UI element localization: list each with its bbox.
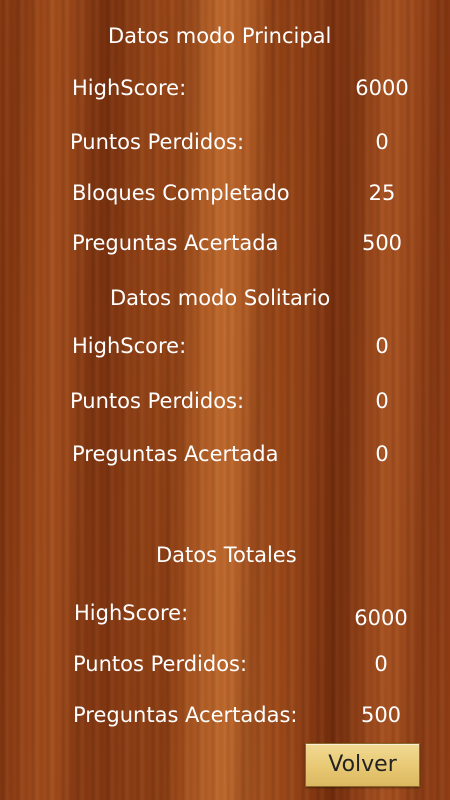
- totales-correct-value: 500: [360, 703, 402, 727]
- solitario-highscore-label: HighScore:: [72, 334, 187, 358]
- solitario-highscore-value: 0: [375, 334, 389, 358]
- solitario-lost-points-value: 0: [375, 389, 389, 413]
- principal-highscore-value: 6000: [355, 76, 409, 100]
- solitario-correct-label: Preguntas Acertada: [72, 442, 279, 466]
- principal-lost-points-value: 0: [375, 130, 389, 154]
- section-title-solitario: Datos modo Solitario: [110, 286, 331, 310]
- totales-lost-points-label: Puntos Perdidos:: [73, 652, 248, 676]
- solitario-lost-points-label: Puntos Perdidos:: [70, 389, 245, 413]
- principal-correct-label: Preguntas Acertada: [72, 231, 279, 255]
- principal-correct-value: 500: [361, 231, 403, 255]
- back-button[interactable]: Volver: [305, 743, 420, 787]
- totales-highscore-label: HighScore:: [74, 601, 189, 625]
- totales-lost-points-value: 0: [374, 652, 388, 676]
- totales-correct-label: Preguntas Acertadas:: [73, 703, 298, 727]
- principal-lost-points-label: Puntos Perdidos:: [70, 130, 245, 154]
- solitario-correct-value: 0: [375, 442, 389, 466]
- principal-highscore-label: HighScore:: [72, 76, 187, 100]
- principal-blocks-label: Bloques Completado: [72, 181, 290, 205]
- totales-highscore-value: 6000: [354, 606, 408, 630]
- stats-screen: Datos modo Principal HighScore: 6000 Pun…: [0, 0, 450, 800]
- section-title-principal: Datos modo Principal: [108, 24, 332, 48]
- principal-blocks-value: 25: [368, 181, 396, 205]
- section-title-totales: Datos Totales: [156, 543, 297, 567]
